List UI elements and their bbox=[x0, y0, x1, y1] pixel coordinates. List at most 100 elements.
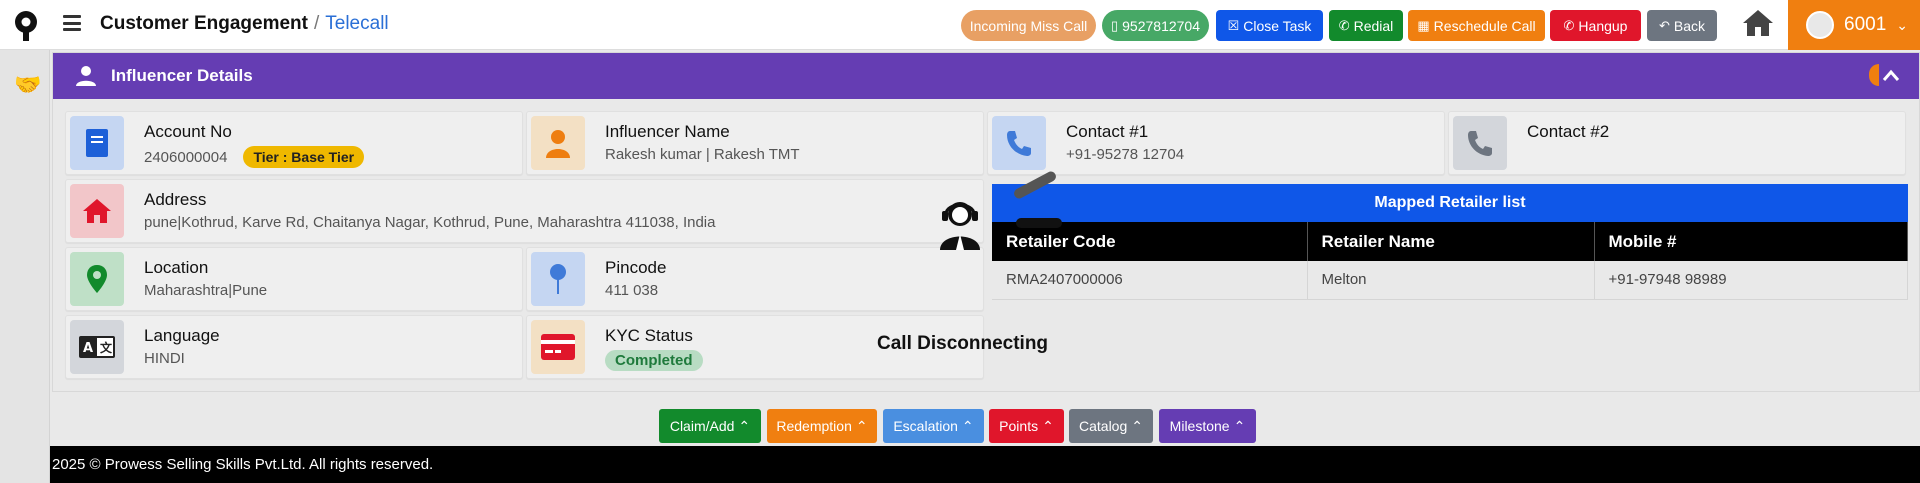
back-label: Back bbox=[1673, 17, 1706, 34]
claim-add-label: Claim/Add bbox=[669, 418, 735, 434]
retailer-mobile-cell: +91-97948 98989 bbox=[1594, 261, 1908, 300]
top-bar: Customer Engagement / Telecall Incoming Mi… bbox=[0, 0, 1920, 50]
contact1-card: Contact #1 +91-95278 12704 bbox=[987, 111, 1445, 175]
address-value: pune|Kothrud, Karve Rd, Chaitanya Nagar,… bbox=[144, 214, 716, 231]
chevron-up-icon: ⌃ bbox=[1042, 417, 1054, 434]
catalog-button[interactable]: Catalog ⌃ bbox=[1069, 409, 1153, 443]
table-header-row: Retailer Code Retailer Name Mobile # bbox=[992, 222, 1908, 261]
redial-label: Redial bbox=[1353, 17, 1394, 34]
panel-title: Influencer Details bbox=[111, 66, 253, 85]
kyc-label: KYC Status bbox=[605, 326, 693, 345]
reschedule-call-button[interactable]: ▦ Reschedule Call bbox=[1408, 10, 1545, 41]
breadcrumb-title: Customer Engagement bbox=[100, 13, 308, 34]
chevron-up-icon: ⌃ bbox=[1233, 417, 1246, 434]
footer-copyright: 2025 © Prowess Selling Skills Pvt.Ltd. A… bbox=[52, 456, 434, 473]
credit-card-icon bbox=[531, 320, 585, 374]
incoming-miss-call-label: Incoming Miss Call bbox=[969, 17, 1088, 34]
breadcrumb-separator: / bbox=[313, 13, 320, 34]
breadcrumb: Customer Engagement / Telecall bbox=[100, 13, 389, 35]
chevron-up-icon: ⌃ bbox=[961, 417, 974, 434]
kyc-status-badge: Completed bbox=[605, 350, 703, 371]
close-task-button[interactable]: ☒ Close Task bbox=[1216, 10, 1323, 41]
retailer-code-cell: RMA2407000006 bbox=[992, 261, 1308, 300]
map-pin-icon bbox=[70, 252, 124, 306]
back-button[interactable]: ↶ Back bbox=[1647, 10, 1717, 41]
table-row[interactable]: RMA2407000006 Melton +91-97948 98989 bbox=[992, 261, 1908, 300]
breadcrumb-telecall-link[interactable]: Telecall bbox=[325, 13, 388, 34]
mapped-retailer-list: Mapped Retailer list Retailer Code Retai… bbox=[992, 184, 1908, 300]
address-card: Address pune|Kothrud, Karve Rd, Chaitany… bbox=[65, 179, 984, 243]
mobile-icon: ▯ bbox=[1110, 17, 1119, 33]
panel-header: Influencer Details bbox=[53, 53, 1919, 99]
catalog-label: Catalog bbox=[1079, 418, 1128, 434]
influencer-label: Influencer Name bbox=[605, 122, 730, 141]
avatar bbox=[1806, 11, 1834, 39]
contact1-value: +91-95278 12704 bbox=[1066, 146, 1185, 163]
redemption-label: Redemption bbox=[776, 418, 852, 434]
phone-icon[interactable] bbox=[992, 116, 1046, 170]
left-rail: 🤝 bbox=[0, 50, 50, 483]
person-icon bbox=[531, 116, 585, 170]
influencer-card: Influencer Name Rakesh kumar | Rakesh TM… bbox=[526, 111, 984, 175]
escalation-button[interactable]: Escalation ⌃ bbox=[883, 409, 984, 443]
pincode-value: 411 038 bbox=[605, 282, 659, 299]
hangup-button[interactable]: ✆ Hangup bbox=[1550, 10, 1641, 41]
phone-number-button[interactable]: ▯ 9527812704 bbox=[1102, 10, 1209, 41]
chevron-up-icon: ⌃ bbox=[855, 417, 868, 434]
tier-badge: Tier : Base Tier bbox=[243, 146, 365, 168]
language-card: A文 Language HINDI bbox=[65, 315, 523, 379]
claim-add-button[interactable]: Claim/Add ⌃ bbox=[659, 409, 761, 443]
phone-hangup-icon: ✆ bbox=[1563, 17, 1575, 33]
close-square-icon: ☒ bbox=[1227, 17, 1240, 33]
call-agent-icon bbox=[940, 202, 980, 250]
hangup-label: Hangup bbox=[1578, 17, 1628, 34]
points-button[interactable]: Points ⌃ bbox=[989, 409, 1064, 443]
redial-button[interactable]: ✆ Redial bbox=[1329, 10, 1403, 41]
column-header[interactable]: Mobile # bbox=[1594, 222, 1908, 261]
user-menu[interactable]: 6001 ⌄ bbox=[1788, 0, 1920, 50]
pincode-label: Pincode bbox=[605, 258, 667, 277]
influencer-name: Rakesh kumar | Rakesh TMT bbox=[605, 146, 800, 163]
book-icon bbox=[70, 116, 124, 170]
chevron-up-icon: ⌃ bbox=[738, 417, 751, 434]
retailer-name-cell: Melton bbox=[1307, 261, 1595, 300]
reschedule-call-label: Reschedule Call bbox=[1433, 17, 1536, 34]
chevron-up-icon: ⌃ bbox=[1131, 417, 1143, 434]
account-label: Account No bbox=[144, 122, 232, 141]
language-label: Language bbox=[144, 326, 220, 345]
app-logo-icon[interactable] bbox=[12, 10, 40, 42]
calendar-icon: ▦ bbox=[1417, 17, 1430, 33]
location-value: Maharashtra|Pune bbox=[144, 282, 268, 299]
account-number: 2406000004 bbox=[144, 148, 228, 166]
pincode-card: Pincode 411 038 bbox=[526, 247, 984, 311]
handshake-icon[interactable]: 🤝 bbox=[14, 72, 41, 98]
address-label: Address bbox=[144, 190, 207, 209]
location-card: Location Maharashtra|Pune bbox=[65, 247, 523, 311]
incoming-miss-call-button[interactable]: Incoming Miss Call bbox=[961, 10, 1096, 41]
kyc-value-row: Completed bbox=[605, 350, 703, 371]
contact1-label: Contact #1 bbox=[1066, 122, 1149, 141]
home-address-icon bbox=[70, 184, 124, 238]
chevron-up-icon[interactable] bbox=[1881, 66, 1901, 86]
milestone-button[interactable]: Milestone ⌃ bbox=[1159, 409, 1256, 443]
phone-redial-icon: ✆ bbox=[1338, 17, 1350, 33]
handset-base-icon bbox=[1016, 218, 1062, 228]
contact2-label: Contact #2 bbox=[1527, 122, 1610, 141]
user-icon bbox=[76, 66, 96, 86]
call-status-text: Call Disconnecting bbox=[877, 333, 1049, 354]
account-card: Account No 2406000004 Tier : Base Tier bbox=[65, 111, 523, 175]
column-header[interactable]: Retailer Name bbox=[1307, 222, 1595, 261]
svg-text:A: A bbox=[83, 341, 93, 356]
milestone-label: Milestone bbox=[1169, 418, 1230, 434]
retailer-list-title: Mapped Retailer list bbox=[992, 184, 1908, 222]
redemption-button[interactable]: Redemption ⌃ bbox=[767, 409, 877, 443]
menu-toggle-icon[interactable] bbox=[63, 15, 81, 31]
svg-text:文: 文 bbox=[100, 340, 113, 355]
home-icon[interactable] bbox=[1741, 8, 1775, 38]
retailer-table: Retailer Code Retailer Name Mobile # RMA… bbox=[992, 222, 1908, 300]
chevron-down-icon: ⌄ bbox=[1896, 16, 1909, 33]
translate-icon: A文 bbox=[70, 320, 124, 374]
footer: 2025 © Prowess Selling Skills Pvt.Ltd. A… bbox=[50, 446, 1920, 483]
location-label: Location bbox=[144, 258, 209, 277]
phone-icon[interactable] bbox=[1453, 116, 1507, 170]
